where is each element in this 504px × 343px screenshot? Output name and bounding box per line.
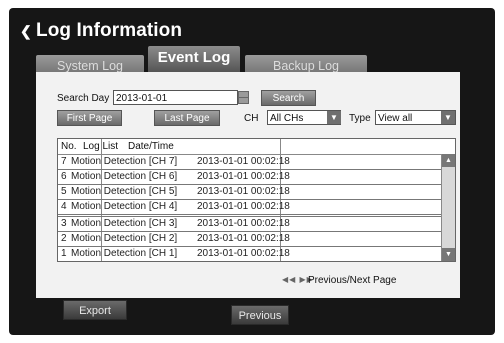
scroll-down-icon[interactable]: ▼ (442, 248, 455, 261)
table-scrollbar[interactable]: ▲ ▼ (441, 154, 455, 261)
table-row[interactable]: 7 Motion Detection [CH 7] 2013-01-01 00:… (58, 155, 455, 170)
date-spinner[interactable] (238, 91, 249, 104)
table-row[interactable]: 2 Motion Detection [CH 2] 2013-01-01 00:… (58, 232, 455, 247)
first-page-button[interactable]: First Page (57, 110, 122, 126)
export-button[interactable]: Export (63, 300, 127, 320)
row-datetime: 2013-01-01 00:02:18 (197, 156, 290, 167)
row-log: Motion Detection [CH 5] (71, 186, 178, 197)
table-row[interactable]: 3 Motion Detection [CH 3] 2013-01-01 00:… (58, 217, 455, 232)
header-log-list: Log List (83, 141, 119, 152)
row-datetime: 2013-01-01 00:02:18 (197, 201, 290, 212)
dialog-title: Log Information (36, 20, 183, 41)
search-button[interactable]: Search (261, 90, 316, 106)
header-date-time: Date/Time (128, 141, 174, 152)
row-datetime: 2013-01-01 00:02:18 (197, 186, 290, 197)
ch-label: CH (244, 113, 259, 124)
row-log: Motion Detection [CH 2] (71, 233, 178, 244)
type-label: Type (349, 113, 371, 124)
row-no: 4 (61, 201, 67, 212)
channel-dropdown-icon[interactable]: ▼ (327, 111, 341, 124)
row-log: Motion Detection [CH 4] (71, 201, 178, 212)
table-row[interactable]: 4 Motion Detection [CH 4] 2013-01-01 00:… (58, 200, 455, 217)
back-arrow-icon[interactable]: ❮ (20, 23, 32, 40)
previous-button[interactable]: Previous (231, 305, 289, 325)
row-datetime: 2013-01-01 00:02:18 (197, 248, 290, 259)
row-datetime: 2013-01-01 00:02:18 (197, 233, 290, 244)
row-datetime: 2013-01-01 00:02:18 (197, 218, 290, 229)
row-log: Motion Detection [CH 6] (71, 171, 178, 182)
table-row[interactable]: 5 Motion Detection [CH 5] 2013-01-01 00:… (58, 185, 455, 200)
row-no: 7 (61, 156, 67, 167)
last-page-button[interactable]: Last Page (154, 110, 220, 126)
scroll-up-icon[interactable]: ▲ (442, 154, 455, 167)
row-no: 5 (61, 186, 67, 197)
row-no: 2 (61, 233, 67, 244)
event-log-table: No. Log List Date/Time 7 Motion Detectio… (57, 138, 456, 262)
row-log: Motion Detection [CH 7] (71, 156, 178, 167)
row-no: 6 (61, 171, 67, 182)
row-no: 1 (61, 248, 67, 259)
header-no: No. (61, 141, 77, 152)
type-dropdown-icon[interactable]: ▼ (441, 111, 455, 124)
row-datetime: 2013-01-01 00:02:18 (197, 171, 290, 182)
search-day-field[interactable]: 2013-01-01 (113, 90, 238, 105)
row-log: Motion Detection [CH 1] (71, 248, 178, 259)
row-log: Motion Detection [CH 3] (71, 218, 178, 229)
table-row[interactable]: 1 Motion Detection [CH 1] 2013-01-01 00:… (58, 247, 455, 261)
previous-next-page-label[interactable]: Previous/Next Page (308, 275, 396, 286)
row-no: 3 (61, 218, 67, 229)
table-header: No. Log List Date/Time (58, 139, 455, 155)
table-row[interactable]: 6 Motion Detection [CH 6] 2013-01-01 00:… (58, 170, 455, 185)
search-day-label: Search Day (57, 93, 110, 104)
tab-event-log[interactable]: Event Log (148, 46, 240, 72)
